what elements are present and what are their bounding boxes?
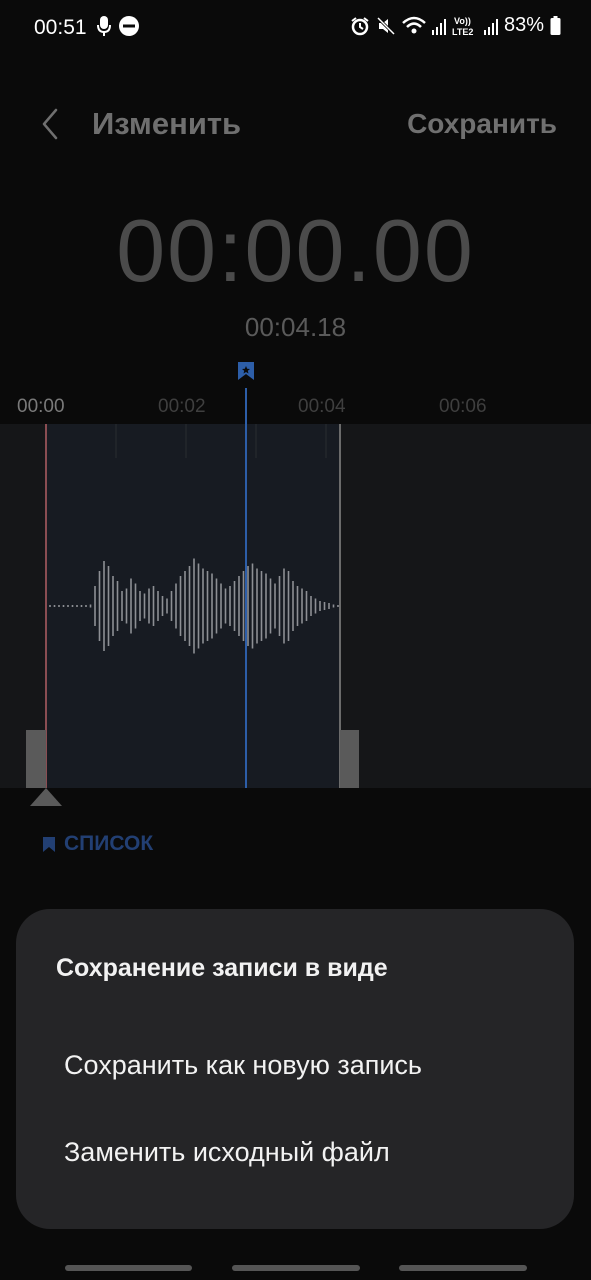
bookmark-list-button[interactable]: СПИСОК xyxy=(42,832,153,856)
timeline-label: 00:06 xyxy=(439,396,487,417)
battery-icon xyxy=(550,15,561,35)
battery-percent: 83% xyxy=(503,14,544,36)
do-not-disturb-icon xyxy=(119,16,139,36)
mute-icon xyxy=(376,16,396,35)
save-as-new-option[interactable]: Сохранить как новую запись xyxy=(64,1050,422,1081)
waveform xyxy=(45,424,339,654)
bookmark-icon xyxy=(43,836,55,852)
dialog-title: Сохранение записи в виде xyxy=(56,954,388,982)
timeline-label: 00:00 xyxy=(17,396,65,417)
bookmark-list-label: СПИСОК xyxy=(64,832,154,855)
microphone-icon xyxy=(97,16,111,36)
back-button[interactable] xyxy=(36,104,70,144)
page-title: Изменить xyxy=(92,106,242,141)
nav-home-bar[interactable] xyxy=(232,1265,360,1271)
playhead-triangle-handle[interactable] xyxy=(30,788,62,806)
signal-icon xyxy=(483,18,498,35)
trim-end-handle[interactable] xyxy=(340,730,359,788)
svg-text:LTE2: LTE2 xyxy=(452,27,473,37)
trim-start-handle[interactable] xyxy=(26,730,46,788)
volte-lte2-icon: Vo)) LTE2 xyxy=(452,16,473,37)
signal-icon xyxy=(431,18,446,35)
alarm-icon xyxy=(351,16,369,35)
current-time: 00:00.00 xyxy=(116,201,475,300)
nav-recents-bar[interactable] xyxy=(65,1265,192,1271)
nav-back-bar[interactable] xyxy=(399,1265,527,1271)
timeline-label: 00:04 xyxy=(298,396,346,417)
total-duration: 00:04.18 xyxy=(244,312,347,342)
status-right-icons: Vo)) LTE2 83% xyxy=(350,14,561,37)
bookmark-marker-icon[interactable] xyxy=(237,361,255,381)
status-time: 00:51 xyxy=(34,16,87,39)
wifi-icon xyxy=(402,16,426,33)
playhead[interactable] xyxy=(245,388,247,788)
svg-text:Vo)): Vo)) xyxy=(454,16,471,26)
status-left-icons xyxy=(96,15,140,37)
save-button[interactable]: Сохранить xyxy=(407,108,557,140)
timeline-label: 00:02 xyxy=(158,396,206,417)
replace-original-option[interactable]: Заменить исходный файл xyxy=(64,1137,390,1168)
